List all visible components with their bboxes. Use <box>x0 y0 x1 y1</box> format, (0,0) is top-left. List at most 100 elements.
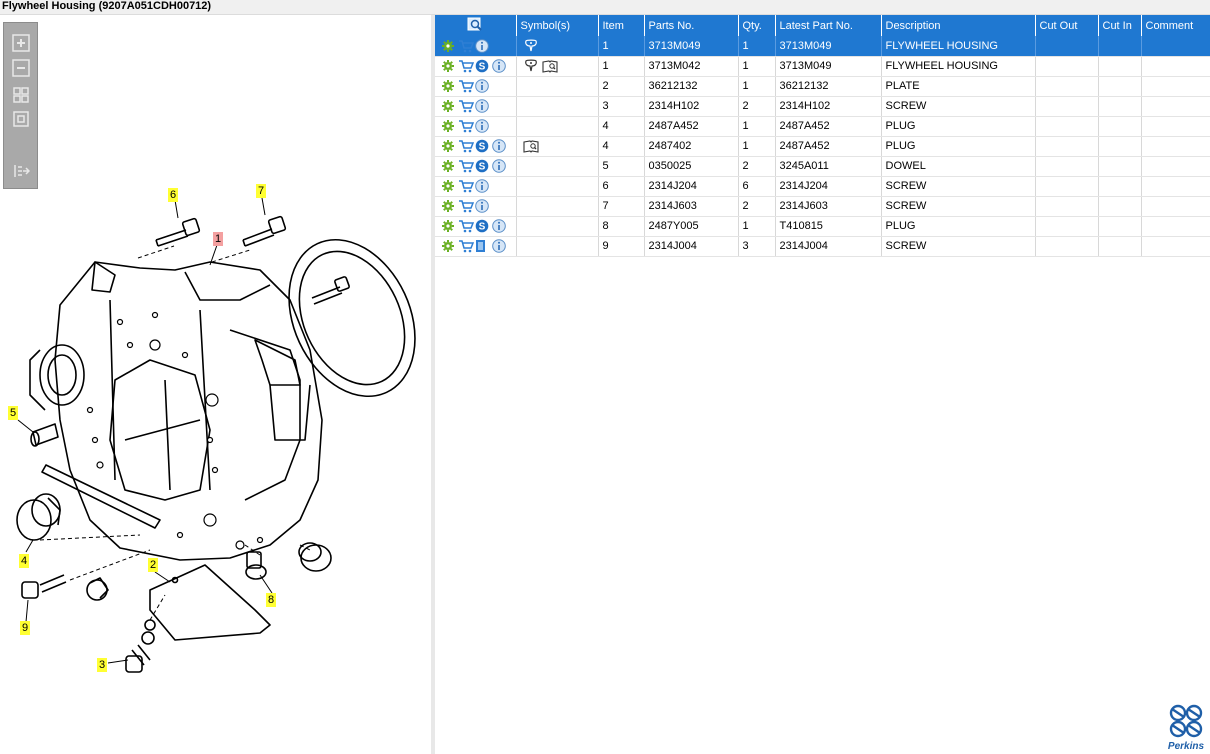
cart-icon[interactable] <box>458 139 475 153</box>
info-icon[interactable] <box>492 139 506 153</box>
cell-comment <box>1141 236 1210 257</box>
gear-icon[interactable] <box>441 79 455 93</box>
table-row[interactable]: S 4 2487402 1 2487A452 PLUG <box>435 136 1210 157</box>
info-icon[interactable] <box>475 79 489 93</box>
cart-icon[interactable] <box>458 99 475 113</box>
cart-icon[interactable] <box>458 219 475 233</box>
info-icon[interactable] <box>492 239 506 253</box>
note-balloon-icon[interactable] <box>523 39 539 53</box>
cell-latest-part-no: 36212132 <box>775 76 882 97</box>
cell-comment <box>1141 156 1210 177</box>
table-row[interactable]: 6 2314J204 6 2314J204 SCREW <box>435 176 1210 197</box>
row-action-icons: S <box>435 136 517 157</box>
exploded-view-pane[interactable]: 6 7 1 5 4 2 8 9 3 <box>0 15 431 754</box>
cell-description: SCREW <box>881 196 1036 217</box>
fit-window-button[interactable] <box>10 109 32 129</box>
column-header-icons[interactable] <box>435 15 517 36</box>
service-s-icon[interactable]: S <box>475 59 489 73</box>
service-s-icon[interactable]: S <box>475 219 489 233</box>
table-row[interactable]: 9 2314J004 3 2314J004 SCREW <box>435 236 1210 257</box>
service-s-icon[interactable]: S <box>475 139 489 153</box>
view-book-icon[interactable] <box>522 139 539 153</box>
cell-cut-in <box>1098 96 1142 117</box>
callout-label[interactable]: 4 <box>19 554 30 568</box>
cart-icon[interactable] <box>458 39 475 53</box>
view-book-icon[interactable] <box>541 59 558 73</box>
row-action-icons <box>435 76 517 97</box>
info-icon[interactable] <box>492 219 506 233</box>
export-button[interactable] <box>10 161 32 181</box>
gear-icon[interactable] <box>441 59 455 73</box>
zoom-in-button[interactable] <box>10 33 32 53</box>
column-header-qty[interactable]: Qty. <box>738 15 776 36</box>
cell-latest-part-no: 3245A011 <box>775 156 882 177</box>
gear-icon[interactable] <box>441 219 455 233</box>
column-header-comment[interactable]: Comment <box>1141 15 1210 36</box>
info-icon[interactable] <box>492 59 506 73</box>
table-row[interactable]: S 1 3713M042 1 3713M049 FLYWHEEL HOUSING <box>435 56 1210 77</box>
cart-icon[interactable] <box>458 179 475 193</box>
cell-description: PLUG <box>881 216 1036 237</box>
column-header-item[interactable]: Item <box>598 15 645 36</box>
row-symbols <box>516 56 599 77</box>
column-header-description[interactable]: Description <box>881 15 1036 36</box>
callout-label[interactable]: 3 <box>97 658 108 672</box>
cell-description: FLYWHEEL HOUSING <box>881 36 1036 57</box>
table-row[interactable]: 7 2314J603 2 2314J603 SCREW <box>435 196 1210 217</box>
info-icon[interactable] <box>475 119 489 133</box>
cart-icon[interactable] <box>458 59 475 73</box>
cell-item: 6 <box>598 176 645 197</box>
cart-icon[interactable] <box>458 239 475 253</box>
cell-comment <box>1141 96 1210 117</box>
zoom-out-button[interactable] <box>10 58 32 78</box>
table-row[interactable]: S 5 0350025 2 3245A011 DOWEL <box>435 156 1210 177</box>
document-icon[interactable] <box>475 239 489 253</box>
gear-icon[interactable] <box>441 179 455 193</box>
table-row[interactable]: S 8 2487Y005 1 T410815 PLUG <box>435 216 1210 237</box>
cart-icon[interactable] <box>458 79 475 93</box>
table-row[interactable]: 3 2314H102 2 2314H102 SCREW <box>435 96 1210 117</box>
gear-icon[interactable] <box>441 139 455 153</box>
info-icon[interactable] <box>475 199 489 213</box>
callout-label[interactable]: 8 <box>266 593 277 607</box>
column-header-cut-out[interactable]: Cut Out <box>1035 15 1099 36</box>
service-s-icon[interactable]: S <box>475 159 489 173</box>
gear-icon[interactable] <box>441 199 455 213</box>
cell-item: 8 <box>598 216 645 237</box>
cell-cut-out <box>1035 76 1099 97</box>
column-header-cut-in[interactable]: Cut In <box>1098 15 1142 36</box>
callout-label[interactable]: 6 <box>168 188 179 202</box>
column-header-symbols[interactable]: Symbol(s) <box>516 15 599 36</box>
column-header-part-no[interactable]: Parts No. <box>644 15 739 36</box>
gear-icon[interactable] <box>441 39 455 53</box>
cart-icon[interactable] <box>458 159 475 173</box>
info-icon[interactable] <box>492 159 506 173</box>
callout-label[interactable]: 7 <box>256 184 267 198</box>
gear-icon[interactable] <box>441 99 455 113</box>
cart-icon[interactable] <box>458 119 475 133</box>
fit-all-button[interactable] <box>10 85 32 105</box>
cell-qty: 1 <box>738 56 776 77</box>
callout-label[interactable]: 2 <box>148 558 159 572</box>
column-header-latest-part-no[interactable]: Latest Part No. <box>775 15 882 36</box>
row-symbols <box>516 36 599 57</box>
callout-label-selected[interactable]: 1 <box>213 232 224 246</box>
callout-label[interactable]: 9 <box>20 621 31 635</box>
table-row[interactable]: 1 3713M049 1 3713M049 FLYWHEEL HOUSING <box>435 36 1210 57</box>
callout-label[interactable]: 5 <box>8 406 19 420</box>
row-symbols <box>516 216 599 237</box>
note-balloon-icon[interactable] <box>523 59 539 73</box>
gear-icon[interactable] <box>441 159 455 173</box>
perkins-logo-icon <box>1169 704 1203 738</box>
gear-icon[interactable] <box>441 119 455 133</box>
info-icon[interactable] <box>475 179 489 193</box>
cell-qty: 1 <box>738 216 776 237</box>
cart-icon[interactable] <box>458 199 475 213</box>
info-icon[interactable] <box>475 99 489 113</box>
info-icon[interactable] <box>475 38 489 53</box>
perkins-logo: Perkins <box>1164 704 1208 752</box>
table-row[interactable]: 4 2487A452 1 2487A452 PLUG <box>435 116 1210 137</box>
cell-cut-out <box>1035 216 1099 237</box>
gear-icon[interactable] <box>441 239 455 253</box>
table-row[interactable]: 2 36212132 1 36212132 PLATE <box>435 76 1210 97</box>
